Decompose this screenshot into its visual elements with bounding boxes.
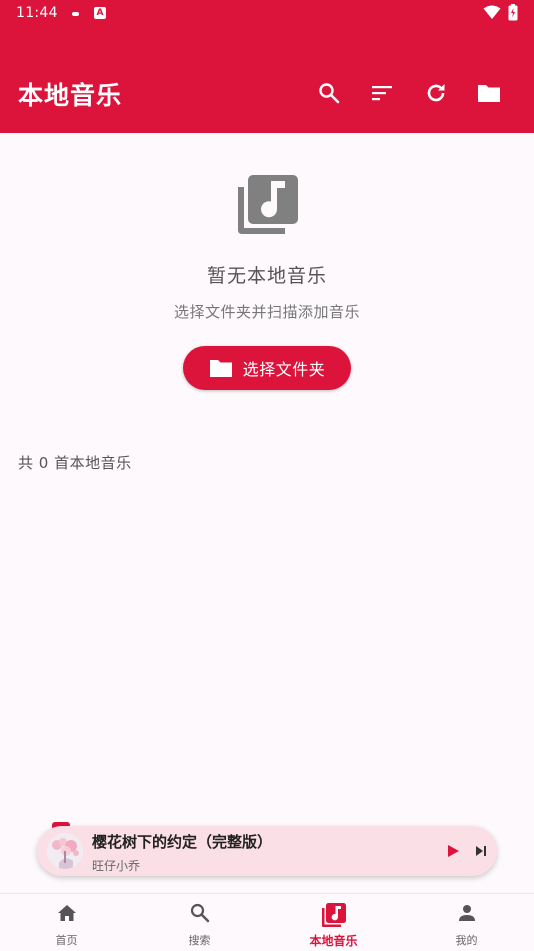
album-art[interactable] [47,833,83,869]
empty-title: 暂无本地音乐 [206,265,327,287]
music-library-icon [267,902,400,928]
empty-subtitle: 选择文件夹并扫描添加音乐 [173,303,360,321]
notification-dot-icon [72,12,79,16]
track-title: 樱花树下的约定（完整版） [92,833,273,851]
folder-icon [478,85,500,102]
search-button[interactable] [315,79,343,107]
music-library-icon [235,173,299,241]
song-count-label: 共 0 首本地音乐 [18,454,132,472]
status-bar: 11:44 A [0,0,534,28]
play-button[interactable] [443,841,463,861]
nav-label-home: 首页 [55,934,78,947]
search-icon [133,902,266,924]
mini-player[interactable]: 樱花树下的约定（完整版） 旺仔小乔 [37,826,497,876]
nav-label-search: 搜索 [188,934,211,947]
track-artist: 旺仔小乔 [92,859,141,873]
nav-item-search[interactable]: 搜索 [133,894,266,951]
sort-button[interactable] [368,79,396,107]
bottom-nav: 首页 搜索 本地音乐 我的 [0,893,534,951]
select-folder-button[interactable]: 选择文件夹 [183,346,351,390]
refresh-icon [427,84,445,102]
next-button[interactable] [471,841,491,861]
page-title: 本地音乐 [18,81,123,110]
status-time: 11:44 [16,5,58,21]
search-icon [319,83,340,104]
nav-item-home[interactable]: 首页 [0,894,133,951]
battery-icon [508,4,518,25]
sort-icon [372,86,392,101]
refresh-button[interactable] [422,79,450,107]
skip-next-icon [476,846,486,856]
home-icon [0,902,133,924]
play-icon [448,845,459,857]
nav-item-profile[interactable]: 我的 [400,894,533,951]
select-folder-label: 选择文件夹 [242,360,326,379]
folder-icon [209,357,233,379]
notification-a-icon: A [94,7,106,19]
nav-label-local-music: 本地音乐 [309,934,358,948]
person-icon [400,902,533,924]
nav-item-local-music[interactable]: 本地音乐 [267,894,400,951]
folder-button[interactable] [475,79,503,107]
nav-label-profile: 我的 [455,934,478,947]
app-bar: 11:44 A 本地音乐 [0,0,534,133]
wifi-icon [483,5,501,24]
